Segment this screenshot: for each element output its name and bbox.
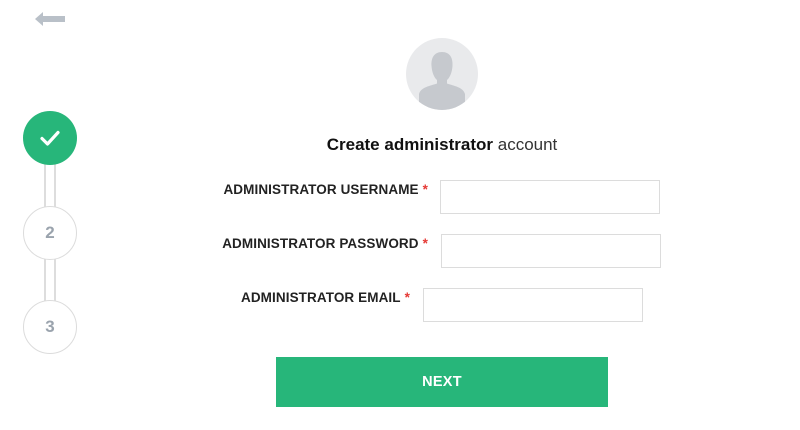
page-title-light: account (497, 135, 558, 154)
username-label: ADMINISTRATOR USERNAME * (180, 182, 428, 197)
step-connector (44, 258, 56, 304)
back-arrow-icon[interactable] (33, 10, 67, 28)
user-silhouette-icon (419, 52, 465, 110)
step-2-number: 2 (45, 223, 55, 242)
step-3: 3 (23, 300, 77, 354)
username-input[interactable] (440, 180, 660, 214)
required-asterisk: * (422, 182, 428, 197)
step-2: 2 (23, 206, 77, 260)
step-connector (44, 162, 56, 210)
email-label: ADMINISTRATOR EMAIL * (180, 290, 410, 305)
page-title-strong: Create administrator (326, 135, 493, 154)
step-3-number: 3 (45, 317, 55, 336)
email-input[interactable] (423, 288, 643, 322)
required-asterisk: * (404, 290, 410, 305)
required-asterisk: * (422, 236, 428, 251)
username-label-text: ADMINISTRATOR USERNAME (223, 182, 419, 197)
password-label: ADMINISTRATOR PASSWORD * (180, 236, 428, 251)
password-label-text: ADMINISTRATOR PASSWORD (222, 236, 419, 251)
page-title: Create administrator account (0, 135, 800, 155)
avatar (406, 38, 478, 110)
email-label-text: ADMINISTRATOR EMAIL (240, 290, 401, 305)
password-input[interactable] (441, 234, 661, 268)
next-button[interactable]: NEXT (276, 357, 608, 407)
